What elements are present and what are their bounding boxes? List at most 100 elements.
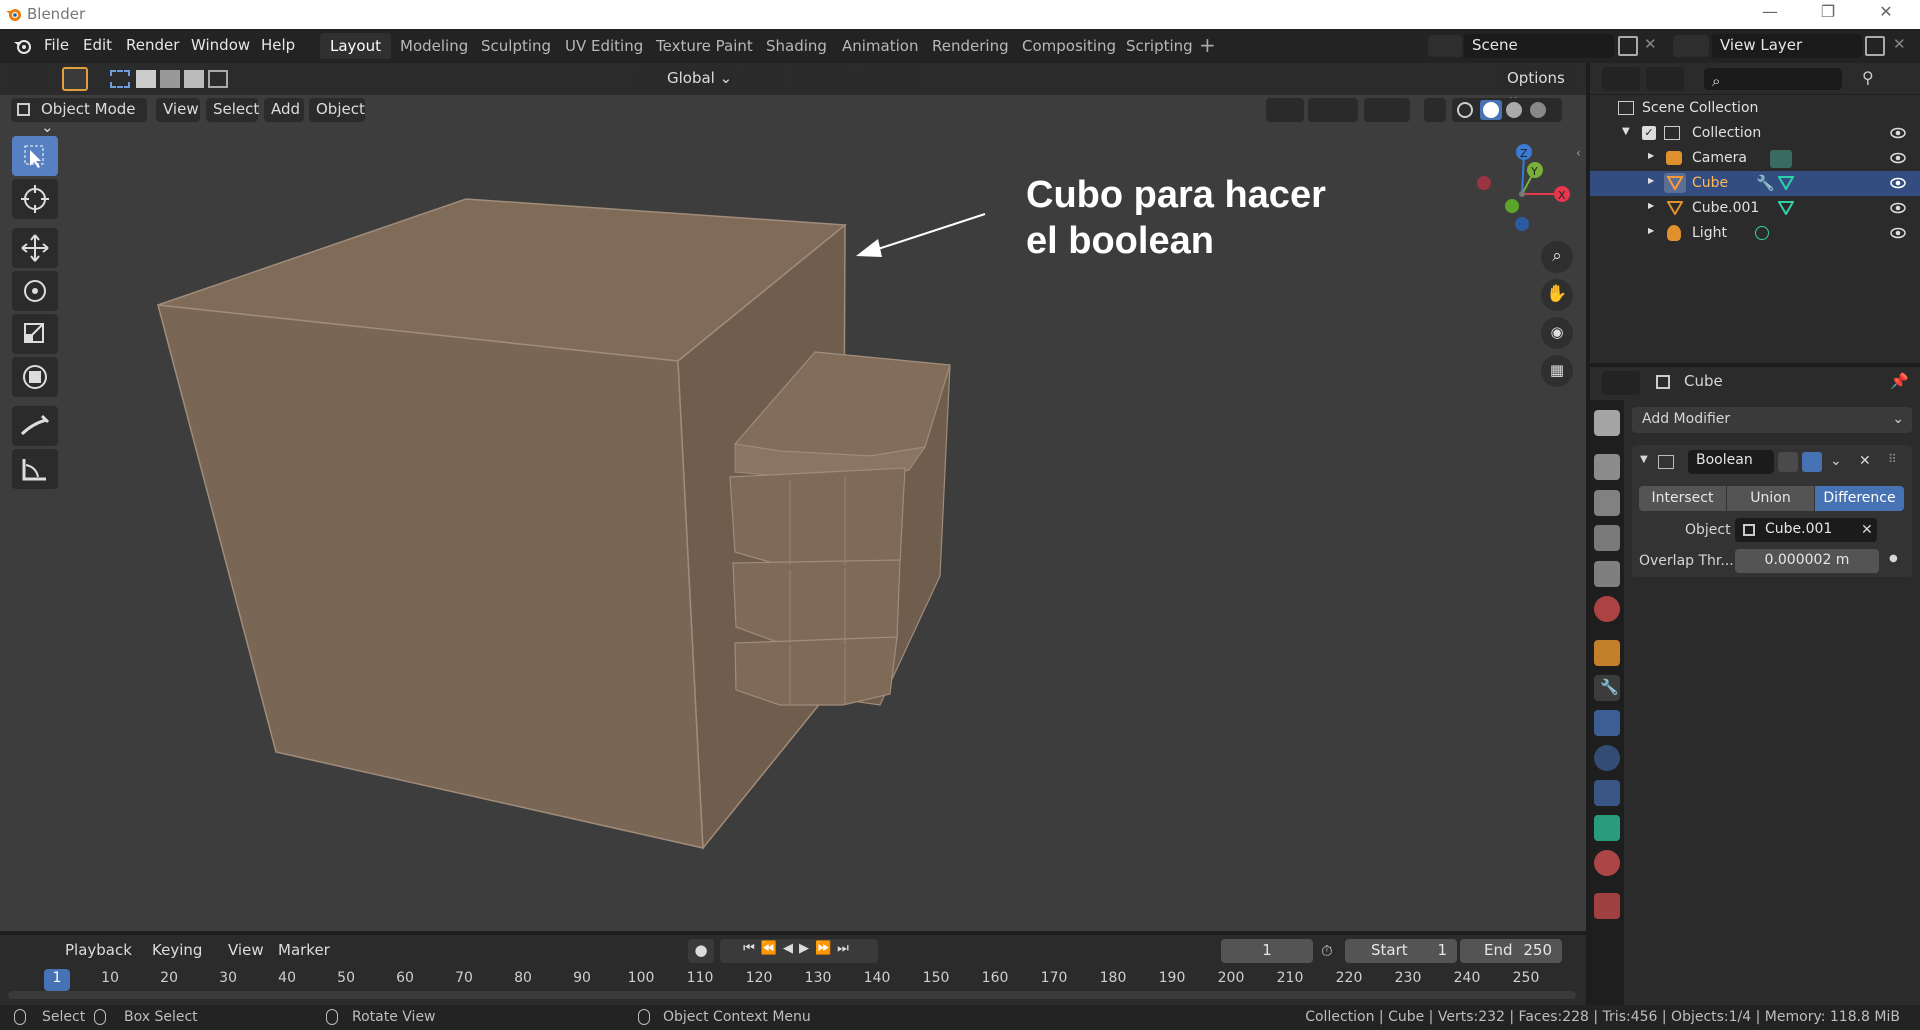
material-tab-icon[interactable] — [1594, 850, 1620, 876]
editor-type-icon[interactable] — [8, 67, 50, 91]
viewport-menu-object[interactable]: Object — [309, 98, 365, 122]
timeline-editor-type-icon[interactable] — [8, 939, 50, 963]
properties-editor-type-icon[interactable] — [1602, 371, 1640, 395]
pivot-point-icon[interactable] — [741, 67, 783, 91]
select-extend-icon[interactable] — [136, 70, 156, 88]
timeline-scrollbar[interactable] — [8, 991, 1576, 999]
menu-file[interactable]: File — [44, 36, 69, 54]
modifier-tab[interactable]: 🔧 — [1594, 675, 1620, 701]
scene-selector-icon[interactable] — [1428, 35, 1462, 57]
select-new-icon[interactable] — [110, 70, 130, 88]
object-tab-icon[interactable] — [1594, 640, 1620, 666]
tab-layout[interactable]: Layout — [320, 33, 391, 59]
outliner-row-cube-001[interactable]: ▶ Cube.001 — [1590, 196, 1920, 221]
render-tab-icon[interactable] — [1594, 454, 1620, 480]
view-layer-tab-icon[interactable] — [1594, 525, 1620, 551]
pan-hand-icon[interactable]: ✋ — [1541, 279, 1573, 311]
remove-modifier-icon[interactable]: ✕ — [1859, 453, 1871, 469]
gizmo-neg-x[interactable] — [1477, 176, 1491, 190]
end-frame-field[interactable]: End 250 — [1460, 939, 1562, 963]
drag-handle-icon[interactable]: ⠿ — [1888, 452, 1897, 466]
blender-menu-icon[interactable] — [12, 37, 34, 55]
eye-icon[interactable] — [1890, 226, 1906, 240]
outliner-row-light[interactable]: ▶ Light — [1590, 221, 1920, 246]
wireframe-shading-icon[interactable] — [1457, 102, 1473, 118]
light-data-icon[interactable] — [1755, 226, 1769, 240]
camera-data-icon[interactable] — [1770, 150, 1792, 168]
expand-icon[interactable]: ▶ — [1648, 151, 1654, 160]
operation-difference[interactable]: Difference — [1815, 486, 1904, 511]
gizmo-neg-y[interactable] — [1505, 199, 1519, 213]
physics-tab-icon[interactable] — [1594, 745, 1620, 771]
scene-name-field[interactable]: Scene — [1464, 34, 1614, 58]
eye-icon[interactable] — [1890, 176, 1906, 190]
delete-view-layer-icon[interactable]: ✕ — [1893, 35, 1906, 53]
outliner-row-cube[interactable]: ▶ Cube 🔧 — [1590, 171, 1920, 196]
rendered-shading-icon[interactable] — [1530, 102, 1546, 118]
view-layer-selector-icon[interactable] — [1673, 35, 1709, 57]
timeline-menu-playback[interactable]: Playback ⌄ — [56, 939, 142, 977]
display-mode-icon[interactable] — [1646, 67, 1684, 91]
mesh-data-icon[interactable] — [1778, 201, 1794, 215]
material-shading-icon[interactable] — [1506, 102, 1522, 118]
modifier-name-field[interactable]: Boolean — [1688, 450, 1774, 474]
collapse-modifier-icon[interactable]: ▼ — [1640, 454, 1648, 465]
menu-render[interactable]: Render — [126, 36, 179, 54]
gizmo-neg-z[interactable] — [1515, 217, 1529, 231]
solid-shading-button[interactable] — [1480, 100, 1502, 120]
menu-window[interactable]: Window — [191, 36, 250, 54]
snap-icon[interactable] — [790, 67, 852, 91]
tab-modeling[interactable]: Modeling — [390, 33, 478, 59]
expand-collection-icon[interactable]: ▼ — [1622, 126, 1630, 137]
tab-animation[interactable]: Animation — [832, 33, 928, 59]
expand-icon[interactable]: ▶ — [1648, 201, 1654, 210]
proportional-editing-icon[interactable] — [860, 67, 922, 91]
menu-help[interactable]: Help — [261, 36, 295, 54]
show-render-icon[interactable] — [1802, 452, 1822, 472]
modifier-options-chevron-icon[interactable]: ⌄ — [1830, 453, 1842, 469]
boolean-object-field[interactable]: Cube.001 — [1735, 518, 1877, 542]
tool-settings-tab-icon[interactable] — [1594, 410, 1620, 436]
operation-intersect[interactable]: Intersect — [1639, 486, 1726, 511]
outliner-row-scene-collection[interactable]: Scene Collection — [1590, 96, 1920, 121]
constraints-tab-icon[interactable] — [1594, 780, 1620, 806]
transform-orientation-dropdown[interactable]: Global ⌄ — [637, 67, 733, 91]
maximize-button[interactable]: ❐ — [1803, 2, 1853, 26]
timeline-menu-view[interactable]: View — [224, 939, 266, 963]
add-modifier-dropdown[interactable]: Add Modifier ⌄ — [1632, 407, 1912, 433]
tab-rendering[interactable]: Rendering — [922, 33, 1019, 59]
viewport-menu-select[interactable]: Select — [206, 98, 259, 122]
new-scene-icon[interactable] — [1618, 36, 1638, 56]
outliner-search-input[interactable]: ⌕ — [1704, 68, 1842, 90]
viewport-menu-view[interactable]: View — [156, 98, 200, 122]
add-workspace-button[interactable]: + — [1199, 33, 1216, 57]
tab-shading[interactable]: Shading — [756, 33, 837, 59]
tab-sculpting[interactable]: Sculpting — [471, 33, 561, 59]
stopwatch-icon[interactable]: ⏱ — [1321, 942, 1333, 960]
expand-icon[interactable]: ▶ — [1648, 226, 1654, 235]
expand-icon[interactable]: ▶ — [1648, 176, 1654, 185]
record-keyframe-icon[interactable]: ● — [688, 939, 714, 963]
overlay-toggle-icon[interactable] — [1364, 98, 1410, 122]
eye-icon[interactable] — [1890, 201, 1906, 215]
visibility-icon[interactable] — [1266, 98, 1304, 122]
minimize-button[interactable]: — — [1745, 2, 1795, 26]
overlap-threshold-field[interactable]: 0.000002 m — [1735, 549, 1879, 573]
mode-dropdown[interactable]: Object Mode ⌄ — [11, 98, 147, 136]
camera-view-icon[interactable]: ◉ — [1541, 317, 1573, 349]
current-frame-field[interactable]: 1 — [1221, 939, 1313, 963]
outliner-editor-type-icon[interactable] — [1602, 67, 1640, 91]
options-dropdown[interactable]: Options ⌄ — [1497, 67, 1577, 105]
tab-compositing[interactable]: Compositing — [1012, 33, 1126, 59]
tab-texture-paint[interactable]: Texture Paint — [646, 33, 763, 59]
perspective-grid-icon[interactable]: ▦ — [1541, 355, 1573, 387]
select-intersect-icon[interactable] — [208, 70, 228, 88]
delete-scene-icon[interactable]: ✕ — [1644, 35, 1657, 53]
outliner-row-camera[interactable]: ▶ Camera — [1590, 146, 1920, 171]
world-tab-icon[interactable] — [1594, 596, 1620, 622]
menu-edit[interactable]: Edit — [83, 36, 112, 54]
particles-tab-icon[interactable] — [1594, 710, 1620, 736]
sidebar-toggle-icon[interactable]: ‹ — [1576, 146, 1581, 160]
keyframe-dot-icon[interactable]: ● — [1889, 553, 1898, 564]
timeline-menu-marker[interactable]: Marker — [272, 939, 332, 963]
